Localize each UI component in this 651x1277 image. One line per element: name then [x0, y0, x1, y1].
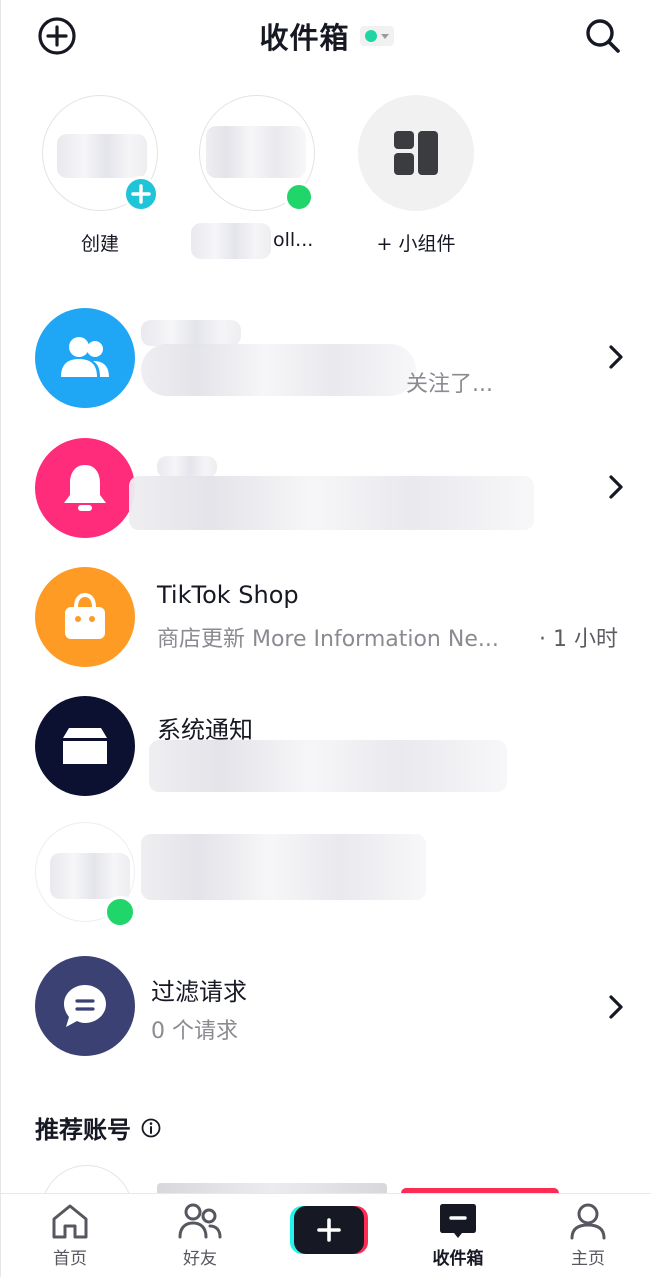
nav-label: 主页 — [571, 1249, 605, 1269]
nav-label: 收件箱 — [432, 1249, 484, 1269]
title-area: 收件箱 — [1, 14, 651, 58]
chevron-right-icon — [606, 342, 626, 372]
filter-avatar — [35, 956, 135, 1056]
online-indicator — [284, 182, 314, 212]
story-create[interactable]: 创建 — [30, 95, 170, 256]
chevron-right-icon — [606, 992, 626, 1022]
list-item-tiktok-shop[interactable]: TikTok Shop 商店更新 More Information Ne... … — [1, 557, 651, 677]
filter-title: 过滤请求 — [151, 978, 247, 1006]
nav-home[interactable]: 首页 — [20, 1202, 120, 1269]
bottom-nav: 首页 好友 收件箱 主页 — [1, 1193, 651, 1277]
nav-friends[interactable]: 好友 — [150, 1202, 250, 1269]
online-status-dot — [364, 30, 377, 42]
inbox-nav-icon — [440, 1204, 476, 1238]
shop-subtitle: 商店更新 More Information Ne... — [157, 627, 499, 652]
nav-profile[interactable]: 主页 — [538, 1202, 638, 1269]
activity-avatar — [35, 438, 135, 538]
info-icon[interactable] — [141, 1118, 161, 1138]
online-status-toggle[interactable] — [359, 26, 394, 46]
shop-avatar — [35, 567, 135, 667]
widget-button — [358, 95, 474, 211]
followers-subtitle: 关注了... — [406, 372, 493, 397]
story-label: 创建 — [80, 233, 119, 255]
search-button[interactable] — [581, 14, 625, 58]
home-icon — [52, 1204, 88, 1239]
list-item-activity[interactable] — [1, 428, 651, 548]
chat-bubble-icon — [64, 985, 106, 1027]
profile-icon — [570, 1203, 606, 1240]
create-button[interactable] — [290, 1206, 368, 1254]
suggested-accounts-header: 推荐账号 — [35, 1110, 161, 1145]
story-widget[interactable]: + 小组件 — [346, 95, 486, 256]
widget-grid-icon — [394, 131, 438, 175]
stories-row: 创建 oll... + 小组件 — [1, 95, 651, 285]
search-icon — [586, 19, 620, 53]
chevron-right-icon — [606, 472, 626, 502]
shop-title: TikTok Shop — [157, 581, 299, 609]
list-item-chat[interactable] — [1, 812, 651, 932]
system-avatar — [35, 696, 135, 796]
avatar — [42, 95, 159, 212]
shopping-bag-icon — [65, 592, 105, 639]
nav-inbox[interactable]: 收件箱 — [408, 1202, 508, 1269]
create-plus-icon — [317, 1218, 341, 1242]
list-item-new-followers[interactable]: 关注了... — [1, 298, 651, 418]
page-title: 收件箱 — [259, 21, 350, 55]
followers-avatar — [35, 308, 135, 408]
filter-subtitle: 0 个请求 — [151, 1019, 238, 1044]
nav-label: 好友 — [183, 1249, 217, 1269]
avatar — [199, 95, 315, 212]
online-indicator — [104, 896, 136, 928]
friends-icon — [178, 1203, 222, 1239]
story-contact[interactable]: oll... — [187, 95, 327, 259]
chevron-down-icon — [380, 33, 389, 39]
users-icon — [61, 337, 109, 377]
story-label: + 小组件 — [376, 233, 456, 255]
inbox-screen: 收件箱 创建 oll... + 小组件 关注了... TikTok Shop 商… — [0, 0, 651, 1277]
section-title: 推荐账号 — [35, 1116, 131, 1144]
list-item-system-notifications[interactable]: 系统通知 — [1, 686, 651, 806]
story-label: oll... — [273, 229, 314, 251]
header: 收件箱 — [1, 0, 651, 70]
shop-timestamp: · 1 小时 — [539, 627, 618, 652]
nav-label: 首页 — [53, 1249, 87, 1269]
bell-icon — [64, 465, 106, 511]
inbox-icon — [63, 728, 107, 764]
list-item-filter-requests[interactable]: 过滤请求 0 个请求 — [1, 946, 651, 1066]
plus-badge-icon — [123, 176, 159, 212]
